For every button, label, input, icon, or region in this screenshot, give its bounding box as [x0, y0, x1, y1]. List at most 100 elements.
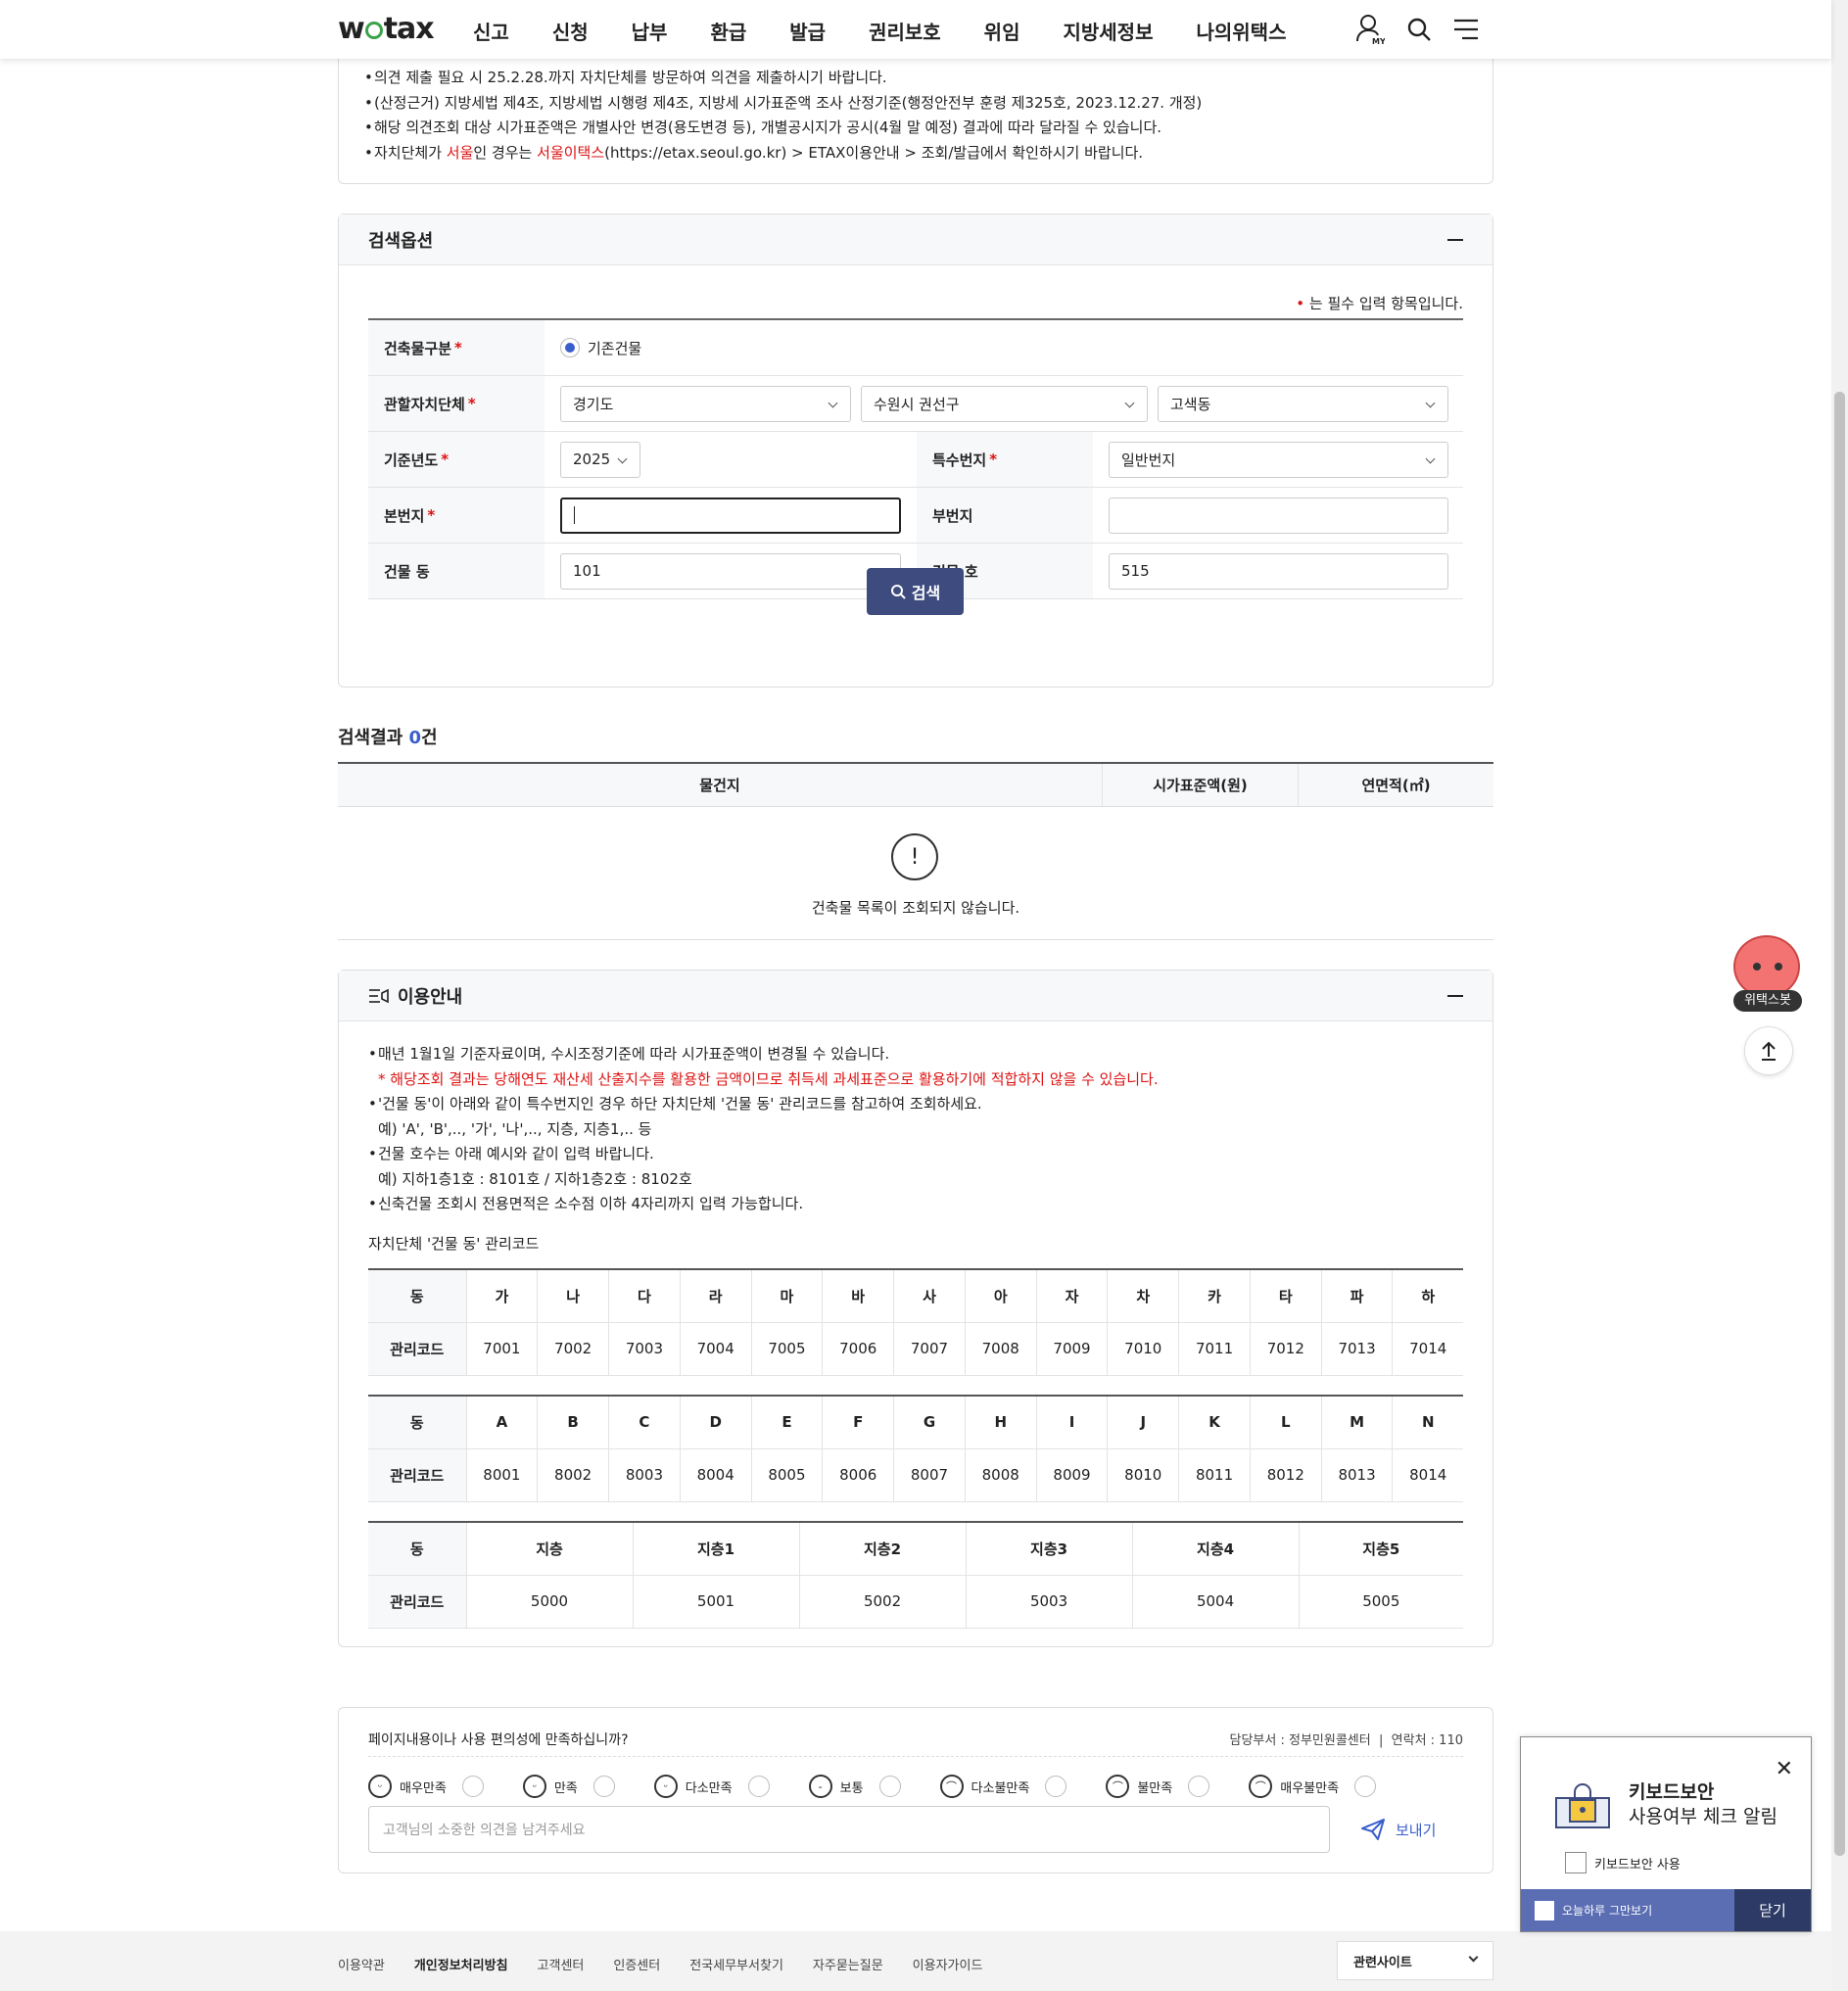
- column-header: 연면적(㎡): [1298, 764, 1493, 806]
- seoul-etax-link[interactable]: 서울이택스: [537, 144, 604, 162]
- collapse-icon[interactable]: [1447, 995, 1463, 997]
- svg-text:MY: MY: [1372, 37, 1385, 45]
- rating-radio[interactable]: [747, 1776, 770, 1797]
- alert-icon: !: [891, 833, 938, 880]
- survey-question: 페이지내용이나 사용 편의성에 만족하십니까?: [368, 1732, 629, 1748]
- empty-message: 건축물 목록이 조회되지 않습니다.: [811, 899, 1020, 917]
- wetax-logo[interactable]: w tax: [338, 12, 435, 46]
- special-lot-select[interactable]: 일반번지: [1109, 441, 1448, 478]
- rating-radio[interactable]: [1354, 1776, 1377, 1797]
- results-title: 검색결과 0건: [338, 728, 438, 748]
- nav-item[interactable]: 신고: [473, 17, 509, 45]
- code-table-alpha: 동ABCDEFGHIJKLMN 관리코드 8001 8002 8003 8004 8005…: [368, 1395, 1463, 1502]
- close-icon[interactable]: ✕: [1776, 1757, 1793, 1781]
- frown-face-icon: ⌒: [1106, 1775, 1130, 1798]
- building-dong-input[interactable]: 101: [560, 552, 901, 590]
- footer-link[interactable]: 자주묻는질문: [813, 1955, 883, 1973]
- popup-title: 키보드보안: [1629, 1781, 1715, 1803]
- wetax-bot[interactable]: 위택스봇: [1733, 935, 1802, 1014]
- scroll-top-button[interactable]: [1744, 1026, 1793, 1075]
- scrollbar-thumb[interactable]: [1834, 392, 1845, 1856]
- code-table-basement: 동 지층 지층1 지층2 지층3 지층4 지층5 관리코드 5000 5001 5002 5003 5…: [368, 1521, 1463, 1629]
- nav-item[interactable]: 발급: [789, 17, 826, 45]
- keyboard-security-popup: ✕ 키보드보안 사용여부 체크 알림 키보드보안 사용 오늘하루 그만보기 닫기: [1520, 1736, 1812, 1932]
- notice-box: 의견 제출 필요 시 25.2.28.까지 자치단체를 방문하여 의견을 제출하…: [338, 39, 1493, 184]
- rating-radio[interactable]: [461, 1776, 484, 1797]
- menu-icon[interactable]: [1453, 19, 1479, 40]
- search-form: 건축물구분 * 기존건물 관할자치단체 * 경기도 수원시 권선구 고색동 기준년도…: [368, 318, 1463, 599]
- popup-close-button[interactable]: 닫기: [1734, 1889, 1811, 1931]
- building-ho-input[interactable]: 515: [1109, 552, 1448, 590]
- rating-radio[interactable]: [878, 1776, 901, 1797]
- arrow-up-icon: [1762, 1041, 1776, 1061]
- nav-item[interactable]: 나의위택스: [1196, 17, 1286, 45]
- collapse-icon[interactable]: [1447, 239, 1463, 241]
- year-select[interactable]: 2025: [560, 441, 640, 478]
- rating-radio[interactable]: [1045, 1776, 1067, 1797]
- neutral-face-icon: -: [808, 1775, 832, 1798]
- bot-character-icon: [1733, 935, 1800, 998]
- popup-subtitle: 사용여부 체크 알림: [1629, 1806, 1777, 1827]
- search-button[interactable]: 검색: [867, 568, 964, 615]
- city-select[interactable]: 수원시 권선구: [861, 385, 1148, 422]
- satisfaction-survey: 페이지내용이나 사용 편의성에 만족하십니까? 담당부서 : 정부민원콜센터 |…: [338, 1707, 1493, 1873]
- notice-item: (산정근거) 지방세법 제4조, 지방세법 시행령 제4조, 지방세 시가표준액…: [364, 91, 1467, 117]
- nav-item[interactable]: 권리보호: [869, 17, 941, 45]
- paper-plane-icon: [1361, 1819, 1385, 1840]
- field-label: 건물 동: [384, 562, 430, 581]
- related-sites-select[interactable]: 관련사이트: [1337, 1941, 1493, 1980]
- panel-title: 검색옵션: [368, 230, 434, 252]
- footer-link[interactable]: 고객센터: [538, 1955, 585, 1973]
- notice-item: 의견 제출 필요 시 25.2.28.까지 자치단체를 방문하여 의견을 제출하…: [364, 66, 1467, 91]
- nav-item[interactable]: 위임: [984, 17, 1020, 45]
- site-header: w tax 신고 신청 납부 환급 발급 권리보호 위임 지방세정보 나의위택스 …: [0, 0, 1831, 59]
- guide-list: 매년 1월1일 기준자료이며, 수시조정기준에 따라 시가표준액이 변경될 수 …: [368, 1042, 1159, 1217]
- required-note: • 는 필수 입력 항목입니다.: [1296, 295, 1463, 312]
- smile-face-icon: ᵕ: [522, 1775, 546, 1798]
- notice-item-seoul: 자치단체가 서울인 경우는 서울이택스(https://etax.seoul.g…: [364, 141, 1467, 166]
- frown-face-icon: ⌒: [939, 1775, 964, 1798]
- field-label: 관할자치단체: [384, 395, 465, 413]
- main-lot-input[interactable]: [560, 497, 901, 534]
- province-select[interactable]: 경기도: [560, 385, 851, 422]
- code-table-title: 자치단체 '건물 동' 관리코드: [368, 1235, 540, 1253]
- chevron-down-icon: [1468, 1952, 1479, 1963]
- radio-label: 기존건물: [588, 339, 642, 357]
- footer-link[interactable]: 개인정보처리방침: [414, 1955, 508, 1973]
- smile-face-icon: ᵕ: [368, 1775, 392, 1798]
- hide-today-toggle[interactable]: 오늘하루 그만보기: [1521, 1889, 1734, 1931]
- nav-item[interactable]: 환급: [710, 17, 746, 45]
- column-header: 시가표준액(원): [1102, 764, 1298, 806]
- page-scrollbar[interactable]: [1831, 0, 1848, 1991]
- footer-link[interactable]: 이용약관: [338, 1955, 385, 1973]
- footer-link[interactable]: 이용자가이드: [913, 1955, 983, 1973]
- main-nav: 신고 신청 납부 환급 발급 권리보호 위임 지방세정보 나의위택스: [473, 17, 1329, 45]
- nav-item[interactable]: 지방세정보: [1063, 17, 1153, 45]
- opinion-input[interactable]: 고객님의 소중한 의견을 남겨주세요: [368, 1806, 1330, 1853]
- send-button[interactable]: 보내기: [1360, 1818, 1436, 1841]
- sub-lot-input[interactable]: [1109, 497, 1448, 534]
- usage-guide-panel: 이용안내 매년 1월1일 기준자료이며, 수시조정기준에 따라 시가표준액이 변…: [338, 970, 1493, 1647]
- dong-select[interactable]: 고색동: [1158, 385, 1448, 422]
- frown-face-icon: ⌒: [1249, 1775, 1273, 1798]
- bot-label: 위택스봇: [1733, 990, 1802, 1012]
- rating-radio[interactable]: [592, 1776, 615, 1797]
- smile-face-icon: ᵕ: [653, 1775, 678, 1798]
- footer-link[interactable]: 인증센터: [613, 1955, 660, 1973]
- field-label: 기준년도: [384, 450, 439, 469]
- field-label: 부번지: [932, 506, 973, 525]
- nav-item[interactable]: 신청: [552, 17, 589, 45]
- rating-radio[interactable]: [1188, 1776, 1210, 1797]
- panel-title: 이용안내: [398, 986, 463, 1008]
- notice-item: 해당 의견조회 대상 시가표준액은 개별사안 변경(용도변경 등), 개별공시지…: [364, 116, 1467, 141]
- results-table: 물건지 시가표준액(원) 연면적(㎡) ! 건축물 목록이 조회되지 않습니다.: [338, 762, 1493, 940]
- keyboard-security-checkbox[interactable]: [1565, 1852, 1587, 1873]
- my-user-icon[interactable]: MY: [1355, 14, 1385, 45]
- nav-item[interactable]: 납부: [632, 17, 668, 45]
- footer-link[interactable]: 전국세무부서찾기: [689, 1955, 783, 1973]
- search-icon[interactable]: [1406, 17, 1432, 42]
- building-type-radio[interactable]: [560, 338, 580, 357]
- dept-info: 담당부서 : 정부민원콜센터 | 연락처 : 110: [1229, 1733, 1463, 1748]
- field-label: 건축물구분: [384, 339, 452, 357]
- guide-icon: [369, 988, 389, 1003]
